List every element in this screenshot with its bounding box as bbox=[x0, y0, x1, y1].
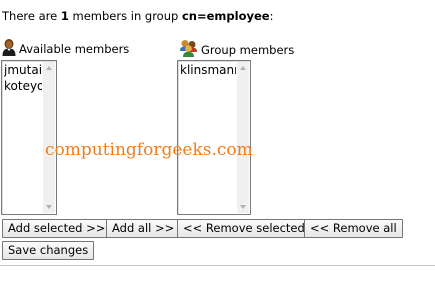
summary-middle: members in group bbox=[68, 9, 182, 23]
membership-summary: There are 1 members in group cn=employee… bbox=[2, 9, 273, 23]
scroll-down-arrow-icon[interactable] bbox=[46, 205, 52, 209]
remove-selected-button[interactable]: << Remove selected bbox=[177, 219, 311, 238]
summary-suffix: : bbox=[269, 9, 274, 23]
member-count: 1 bbox=[60, 9, 69, 23]
available-members-list[interactable]: jmutai koteyo bbox=[1, 60, 57, 215]
scroll-up-arrow-icon[interactable] bbox=[240, 66, 246, 70]
add-selected-button[interactable]: Add selected >> bbox=[2, 219, 112, 238]
available-member-item[interactable]: jmutai bbox=[4, 62, 42, 78]
available-members-label: Available members bbox=[19, 42, 130, 56]
group-icon bbox=[179, 39, 199, 57]
save-changes-button[interactable]: Save changes bbox=[2, 241, 95, 260]
divider bbox=[0, 265, 435, 266]
add-all-button[interactable]: Add all >> bbox=[106, 219, 181, 238]
group-list-scrollbar[interactable] bbox=[237, 62, 249, 213]
available-member-item[interactable]: koteyo bbox=[4, 78, 42, 94]
summary-prefix: There are bbox=[2, 9, 61, 23]
remove-all-button[interactable]: << Remove all bbox=[304, 219, 403, 238]
user-icon bbox=[1, 38, 17, 56]
group-member-item[interactable]: klinsmann bbox=[180, 62, 236, 78]
group-members-label: Group members bbox=[201, 43, 295, 57]
scroll-down-arrow-icon[interactable] bbox=[240, 205, 246, 209]
group-members-list[interactable]: klinsmann bbox=[177, 60, 251, 215]
group-name: cn=employee bbox=[181, 9, 270, 23]
group-members-heading: Group members bbox=[179, 39, 294, 57]
scroll-up-arrow-icon[interactable] bbox=[46, 66, 52, 70]
watermark: computingforgeeks.com bbox=[45, 140, 253, 160]
available-members-heading: Available members bbox=[1, 38, 129, 56]
available-list-scrollbar[interactable] bbox=[43, 62, 55, 213]
